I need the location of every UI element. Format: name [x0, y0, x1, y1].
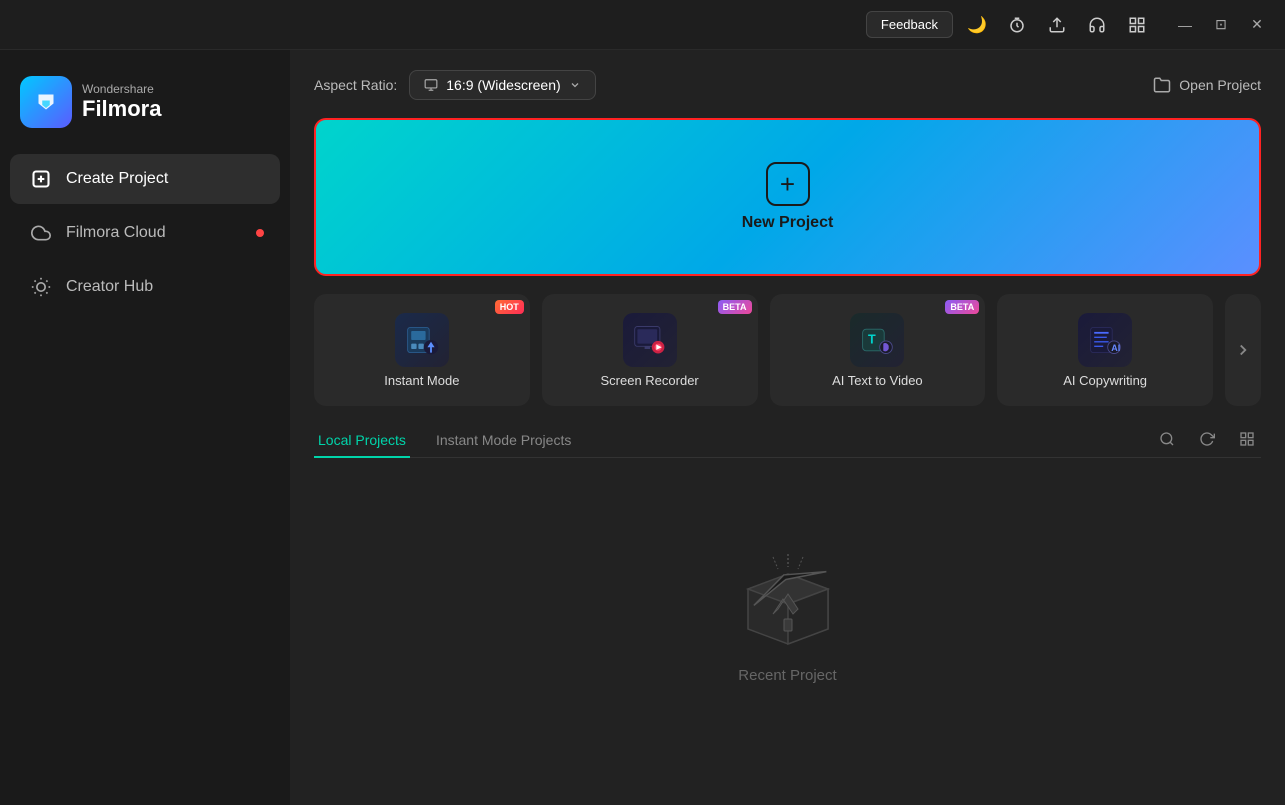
- upload-icon[interactable]: [1041, 9, 1073, 41]
- ai-text-to-video-badge: BETA: [945, 300, 979, 314]
- empty-state: Recent Project: [314, 458, 1261, 805]
- aspect-ratio-area: Aspect Ratio: 16:9 (Widescreen): [314, 70, 596, 100]
- more-features-button[interactable]: [1225, 294, 1261, 406]
- layout-icon[interactable]: [1121, 9, 1153, 41]
- minimize-button[interactable]: —: [1169, 9, 1201, 41]
- sidebar-item-filmora-cloud-label: Filmora Cloud: [66, 224, 166, 242]
- screen-recorder-badge: BETA: [718, 300, 752, 314]
- open-project-label: Open Project: [1179, 77, 1261, 93]
- empty-box-icon: [728, 549, 848, 649]
- svg-text:T: T: [868, 332, 876, 346]
- logo-bottom: Filmora: [82, 96, 161, 122]
- new-project-banner[interactable]: + New Project: [314, 118, 1261, 276]
- feature-card-instant-mode[interactable]: HOT Instant Mode: [314, 294, 530, 406]
- filmora-cloud-icon: [30, 222, 52, 244]
- aspect-ratio-dropdown[interactable]: 16:9 (Widescreen): [409, 70, 595, 100]
- theme-icon[interactable]: 🌙: [961, 9, 993, 41]
- create-project-icon: [30, 168, 52, 190]
- ai-copywriting-label: AI Copywriting: [1063, 373, 1147, 388]
- aspect-ratio-value: 16:9 (Widescreen): [446, 77, 560, 93]
- svg-text:AI: AI: [1111, 342, 1120, 352]
- logo-area: Wondershare Filmora: [0, 66, 290, 152]
- ai-copywriting-icon: AI: [1078, 313, 1132, 367]
- projects-tabs-bar: Local Projects Instant Mode Projects: [314, 424, 1261, 458]
- sidebar-item-filmora-cloud[interactable]: Filmora Cloud: [10, 208, 280, 258]
- support-icon[interactable]: [1081, 9, 1113, 41]
- projects-section: Local Projects Instant Mode Projects: [314, 424, 1261, 805]
- search-projects-button[interactable]: [1153, 425, 1181, 453]
- tab-instant-mode-projects[interactable]: Instant Mode Projects: [432, 424, 575, 458]
- screen-recorder-icon: [623, 313, 677, 367]
- maximize-button[interactable]: ⊡: [1205, 9, 1237, 41]
- sidebar-item-creator-hub[interactable]: Creator Hub: [10, 262, 280, 312]
- feature-card-screen-recorder[interactable]: BETA Screen Recorder: [542, 294, 758, 406]
- creator-hub-icon: [30, 276, 52, 298]
- feature-card-ai-text-to-video[interactable]: BETA T AI Text to Video: [770, 294, 986, 406]
- ai-text-to-video-label: AI Text to Video: [832, 373, 923, 388]
- filmora-cloud-notification-dot: [256, 229, 264, 237]
- feedback-button[interactable]: Feedback: [866, 11, 953, 38]
- tab-actions: [1153, 425, 1261, 457]
- new-project-plus-icon: +: [766, 162, 810, 206]
- refresh-projects-button[interactable]: [1193, 425, 1221, 453]
- sidebar-item-create-project-label: Create Project: [66, 170, 168, 188]
- recent-project-label: Recent Project: [738, 667, 836, 684]
- instant-mode-label: Instant Mode: [384, 373, 459, 388]
- tab-local-projects[interactable]: Local Projects: [314, 424, 410, 458]
- new-project-label: New Project: [742, 214, 834, 232]
- aspect-ratio-label: Aspect Ratio:: [314, 77, 397, 93]
- ai-text-to-video-icon: T: [850, 313, 904, 367]
- title-bar: Feedback 🌙 — ⊡ ✕: [0, 0, 1285, 50]
- sidebar: Wondershare Filmora Create Project Filmo…: [0, 50, 290, 805]
- content-area: Aspect Ratio: 16:9 (Widescreen) Open Pro…: [290, 50, 1285, 805]
- app-logo: [20, 76, 72, 128]
- grid-view-button[interactable]: [1233, 425, 1261, 453]
- new-project-content: + New Project: [742, 162, 834, 232]
- logo-text: Wondershare Filmora: [82, 82, 161, 122]
- close-button[interactable]: ✕: [1241, 9, 1273, 41]
- instant-mode-icon: [395, 313, 449, 367]
- logo-top: Wondershare: [82, 82, 161, 96]
- screen-recorder-label: Screen Recorder: [600, 373, 698, 388]
- instant-mode-badge: HOT: [495, 300, 524, 314]
- feature-cards-row: HOT Instant Mode BETA: [314, 294, 1261, 406]
- sidebar-item-create-project[interactable]: Create Project: [10, 154, 280, 204]
- top-bar: Aspect Ratio: 16:9 (Widescreen) Open Pro…: [314, 70, 1261, 100]
- open-project-button[interactable]: Open Project: [1153, 76, 1261, 94]
- feature-card-ai-copywriting[interactable]: AI AI Copywriting: [997, 294, 1213, 406]
- timer-icon[interactable]: [1001, 9, 1033, 41]
- window-controls: — ⊡ ✕: [1169, 9, 1273, 41]
- main-layout: Wondershare Filmora Create Project Filmo…: [0, 50, 1285, 805]
- sidebar-item-creator-hub-label: Creator Hub: [66, 278, 153, 296]
